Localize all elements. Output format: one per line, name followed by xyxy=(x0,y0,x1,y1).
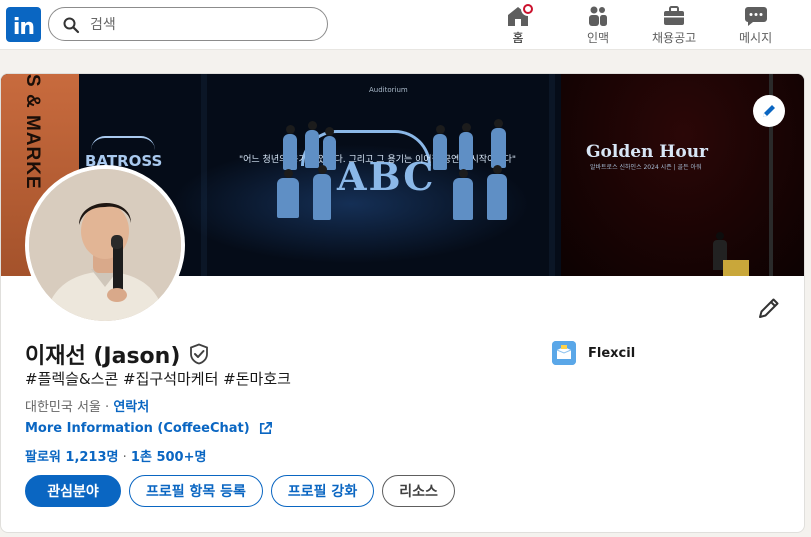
edit-banner-button[interactable] xyxy=(753,95,785,127)
pencil-icon xyxy=(763,105,775,117)
performer-figure xyxy=(491,119,506,168)
nav-jobs-label: 채용공고 xyxy=(652,31,697,45)
notification-badge xyxy=(521,2,535,16)
performer-figure xyxy=(313,165,331,220)
resources-button[interactable]: 리소스 xyxy=(382,475,455,507)
nav-messaging[interactable]: 메시지 xyxy=(739,4,772,48)
batross-roof-shape xyxy=(91,136,155,150)
external-link-icon xyxy=(259,422,272,435)
profile-headline: #플렉슬&스콘 #집구석마케터 #돈마호크 xyxy=(25,370,291,388)
company-name: Flexcil xyxy=(588,345,636,361)
logo-text: in xyxy=(12,15,35,40)
banner-left-text: S & MARKE xyxy=(22,74,43,190)
followers-separator: · xyxy=(118,450,131,465)
podium xyxy=(723,260,749,276)
followers-row: 팔로워 1,213명 · 1촌 500+명 xyxy=(25,446,206,465)
performer-figure xyxy=(283,125,297,170)
message-icon xyxy=(744,7,767,26)
followers-count[interactable]: 팔로워 1,213명 xyxy=(25,450,119,465)
performer-figure xyxy=(433,125,447,170)
search-input[interactable] xyxy=(90,15,310,35)
performer-figure xyxy=(277,169,299,218)
flexcil-logo-icon xyxy=(552,341,576,365)
banner-quote-text: "어느 청년의 용기가 있었다. 그리고 그 용기는 이어질 공연의 시작이었다… xyxy=(239,155,517,165)
nav-home[interactable]: 홈 xyxy=(505,2,535,48)
banner-golden-hour-text: Golden Hour xyxy=(586,142,709,162)
add-profile-section-button[interactable]: 프로필 항목 등록 xyxy=(129,475,263,507)
verified-shield-icon[interactable] xyxy=(188,343,210,365)
nav-network-label: 인맥 xyxy=(586,31,610,45)
banner-golden-sub-text: 알바트로스 신하인스 2024 시즌 | 골든 아워 xyxy=(590,164,702,171)
performer-figure xyxy=(453,169,473,220)
search-bar[interactable] xyxy=(48,7,328,41)
profile-name: 이재선 (Jason) xyxy=(25,344,181,369)
nav-messaging-label: 메시지 xyxy=(739,31,773,45)
performer-figure xyxy=(487,165,507,220)
profile-avatar[interactable] xyxy=(25,165,185,325)
nav-home-label: 홈 xyxy=(512,31,524,45)
enhance-profile-button[interactable]: 프로필 강화 xyxy=(270,475,375,507)
profile-card: S & MARKE BATROSS Auditorium ABC "어느 청년의… xyxy=(0,73,805,533)
linkedin-logo[interactable]: in xyxy=(6,7,41,42)
location-separator: · xyxy=(100,400,114,415)
profile-photo xyxy=(29,169,181,321)
performer-figure xyxy=(305,121,319,168)
profile-location-row: 대한민국 서울 · 연락처 xyxy=(25,396,149,415)
search-icon xyxy=(63,17,80,34)
interests-button[interactable]: 관심분야 xyxy=(25,475,121,507)
people-icon xyxy=(589,6,607,26)
contact-info-link[interactable]: 연락처 xyxy=(113,400,149,415)
briefcase-icon xyxy=(664,6,685,25)
pencil-icon xyxy=(759,298,779,318)
more-info-label: More Information (CoffeeChat) xyxy=(25,421,250,436)
top-navigation: in 홈 인맥 xyxy=(0,0,811,50)
profile-name-row: 이재선 (Jason) xyxy=(25,338,210,370)
banner-column xyxy=(549,74,555,276)
more-info-link[interactable]: More Information (CoffeeChat) xyxy=(25,421,273,436)
nav-network[interactable]: 인맥 xyxy=(585,4,611,48)
profile-action-buttons: 관심분야 프로필 항목 등록 프로필 강화 리소스 xyxy=(25,475,455,507)
nav-jobs[interactable]: 채용공고 xyxy=(652,4,696,48)
edit-profile-button[interactable] xyxy=(757,296,781,320)
banner-auditorium-text: Auditorium xyxy=(369,86,408,94)
performer-figure xyxy=(459,123,473,170)
connections-count[interactable]: 1촌 500+명 xyxy=(131,450,207,465)
current-company[interactable]: Flexcil xyxy=(552,341,635,365)
profile-location: 대한민국 서울 xyxy=(25,400,101,415)
